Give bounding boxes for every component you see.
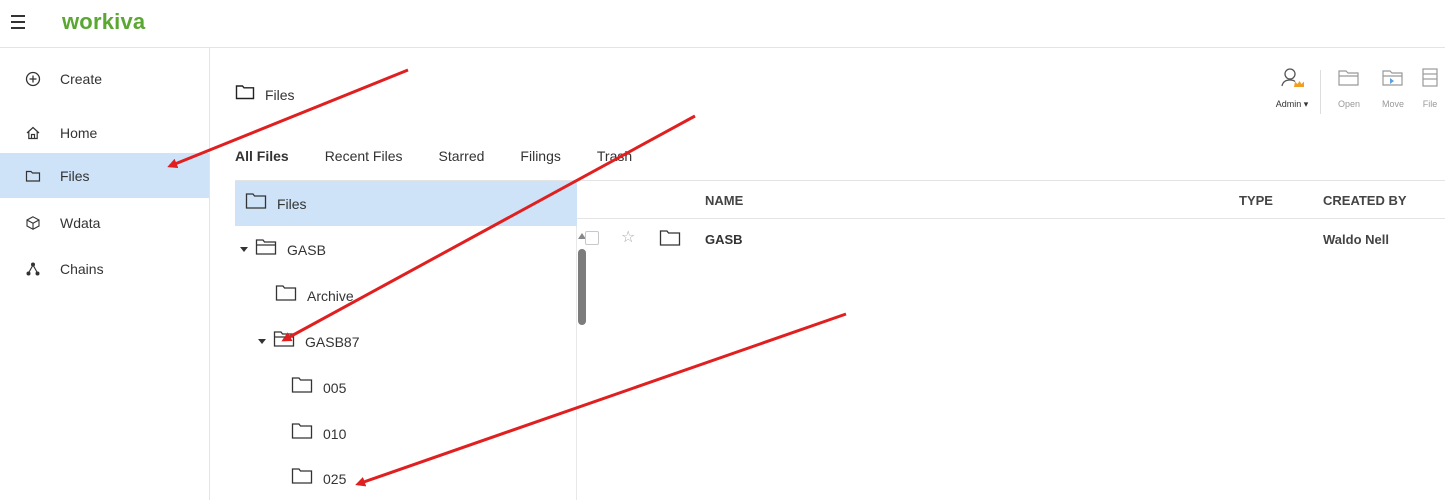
cube-icon <box>24 214 42 232</box>
file-button[interactable]: File <box>1415 66 1445 109</box>
admin-label: Admin ▾ <box>1275 99 1309 109</box>
folder-open-icon <box>273 330 295 353</box>
list-header: NAME TYPE CREATED BY <box>577 181 1445 219</box>
tab-trash[interactable]: Trash <box>597 148 632 164</box>
tree-item-label: Archive <box>307 287 354 304</box>
tree-item-gasb[interactable]: GASB <box>239 227 326 272</box>
open-button[interactable]: Open <box>1327 66 1371 109</box>
file-label: File <box>1422 99 1438 109</box>
sidebar-item-files[interactable]: Files <box>0 153 209 198</box>
chain-nodes-icon <box>24 260 42 278</box>
main-content: Files Admin ▾ Open Move File All Files R… <box>211 48 1445 500</box>
tab-starred[interactable]: Starred <box>439 148 485 164</box>
file-icon <box>1419 66 1441 95</box>
folder-icon <box>245 192 267 215</box>
row-name[interactable]: GASB <box>705 232 743 247</box>
sidebar-item-label: Wdata <box>60 214 101 231</box>
admin-user-icon <box>1279 66 1305 95</box>
open-label: Open <box>1337 99 1361 109</box>
tree-item-005[interactable]: 005 <box>291 365 346 410</box>
file-list: NAME TYPE CREATED BY ☆ GASB Waldo Nell <box>577 181 1445 500</box>
move-label: Move <box>1381 99 1404 109</box>
move-folder-icon <box>1380 66 1406 95</box>
column-header-created-by[interactable]: CREATED BY <box>1323 193 1407 208</box>
sidebar-item-label: Files <box>60 167 90 184</box>
row-created-by: Waldo Nell <box>1323 232 1389 247</box>
sidebar-item-create[interactable]: Create <box>0 56 209 101</box>
top-bar: workiva <box>0 0 1445 48</box>
page-title: Files <box>235 84 295 105</box>
tree-item-label: 010 <box>323 425 347 442</box>
folder-open-icon <box>255 238 277 261</box>
sidebar-item-label: Chains <box>60 260 104 277</box>
hamburger-menu-icon[interactable] <box>8 12 30 32</box>
tree-item-025[interactable]: 025 <box>291 456 346 500</box>
star-icon[interactable]: ☆ <box>621 227 635 247</box>
tab-filings[interactable]: Filings <box>520 148 560 164</box>
sidebar-nav: Create Home Files Wdata Chains <box>0 48 210 500</box>
column-header-name[interactable]: NAME <box>705 193 743 208</box>
admin-button[interactable]: Admin ▾ <box>1270 66 1314 110</box>
folder-icon <box>275 284 297 307</box>
tree-item-gasb87[interactable]: GASB87 <box>257 319 359 364</box>
caret-down-icon[interactable] <box>239 246 249 253</box>
tree-item-label: 025 <box>323 470 347 487</box>
toolbar-divider <box>1320 70 1321 114</box>
folder-icon <box>24 167 42 185</box>
tree-item-010[interactable]: 010 <box>291 411 346 456</box>
column-header-type[interactable]: TYPE <box>1239 193 1273 208</box>
workiva-logo: workiva <box>62 9 146 34</box>
open-folder-icon <box>1336 66 1362 95</box>
sidebar-item-label: Home <box>60 124 98 141</box>
folder-icon <box>291 467 313 490</box>
file-tabs: All Files Recent Files Starred Filings T… <box>235 148 668 164</box>
table-row[interactable]: ☆ GASB Waldo Nell <box>577 221 1445 257</box>
tab-all-files[interactable]: All Files <box>235 148 289 164</box>
tree-item-label: GASB <box>287 241 326 258</box>
plus-circle-icon <box>24 70 42 88</box>
sidebar-item-chains[interactable]: Chains <box>0 246 209 291</box>
tree-item-label: Files <box>277 195 307 212</box>
tree-item-files[interactable]: Files <box>235 181 577 226</box>
folder-icon <box>659 229 681 252</box>
folder-tree: Files GASB Archive GASB87 005 010 025 <box>235 181 586 500</box>
tab-recent-files[interactable]: Recent Files <box>325 148 403 164</box>
folder-icon <box>235 84 255 105</box>
row-checkbox[interactable] <box>585 231 599 245</box>
tree-item-label: GASB87 <box>305 333 360 350</box>
folder-icon <box>291 422 313 445</box>
tree-item-archive[interactable]: Archive <box>275 273 354 318</box>
sidebar-item-home[interactable]: Home <box>0 110 209 155</box>
toolbar: Admin ▾ Open Move File <box>1270 66 1445 122</box>
caret-down-icon[interactable] <box>257 338 267 345</box>
folder-icon <box>291 376 313 399</box>
home-icon <box>24 124 42 142</box>
sidebar-item-wdata[interactable]: Wdata <box>0 200 209 245</box>
sidebar-item-label: Create <box>60 70 103 87</box>
move-button[interactable]: Move <box>1371 66 1415 109</box>
page-title-label: Files <box>265 86 295 103</box>
tree-item-label: 005 <box>323 379 347 396</box>
